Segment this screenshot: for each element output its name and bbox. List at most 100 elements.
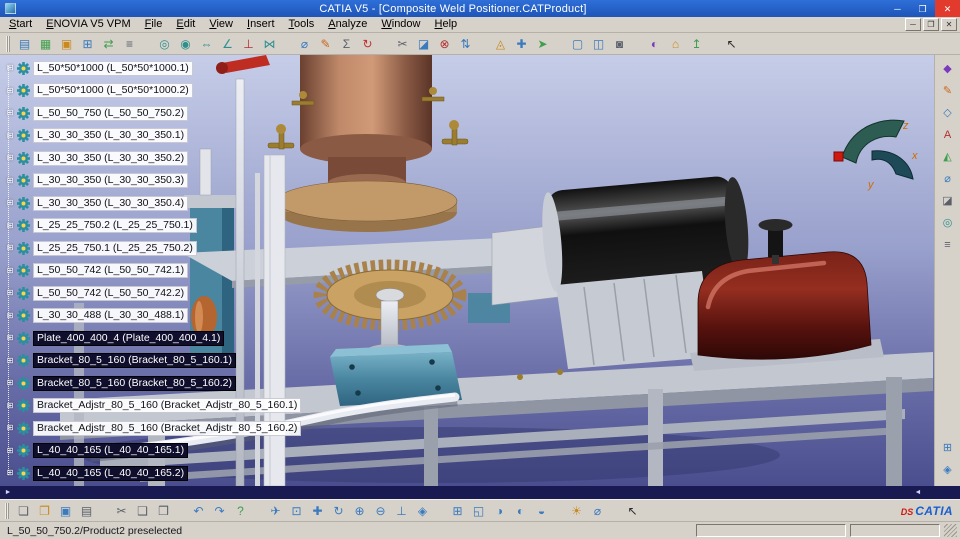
menu-view[interactable]: View xyxy=(202,17,240,32)
doc-close-button[interactable]: ✕ xyxy=(941,18,957,31)
menu-enovia-v5-vpm[interactable]: ENOVIA V5 VPM xyxy=(39,17,137,32)
expand-node-icon[interactable]: ⊞ xyxy=(5,198,15,208)
trim-cut-icon[interactable]: ✂ xyxy=(392,34,413,54)
constraints-icon[interactable]: ◎ xyxy=(938,214,958,233)
tree-item[interactable]: ⊞ L_30_30_350 (L_30_30_350.2) xyxy=(0,147,301,170)
shading-mode-icon[interactable]: ◑ xyxy=(489,501,510,521)
expand-node-icon[interactable]: ⊞ xyxy=(5,108,15,118)
selector-icon[interactable]: ↖ xyxy=(721,34,742,54)
new-part-icon[interactable]: ▣ xyxy=(56,34,77,54)
multi-view-icon[interactable]: ⊞ xyxy=(447,501,468,521)
expand-node-icon[interactable]: ⊞ xyxy=(5,333,15,343)
weld-feature-icon[interactable]: ◭ xyxy=(938,148,958,167)
maximize-button[interactable]: ❐ xyxy=(910,0,935,17)
tree-item[interactable]: ⊞ L_30_30_350 (L_30_30_350.4) xyxy=(0,192,301,215)
expand-node-icon[interactable]: ⊞ xyxy=(5,176,15,186)
tree-item[interactable]: ⊞ Bracket_Adjstr_80_5_160 (Bracket_Adjst… xyxy=(0,417,302,440)
offset-constraint-icon[interactable]: ⇔ xyxy=(196,34,217,54)
app-icon[interactable] xyxy=(5,3,16,14)
expand-node-icon[interactable]: ⊞ xyxy=(5,446,15,456)
measure-between-icon[interactable]: ⌀ xyxy=(294,34,315,54)
power-input-field[interactable] xyxy=(696,524,846,537)
enovia-icon[interactable]: ◆ xyxy=(938,60,958,79)
quick-view-icon[interactable]: ◱ xyxy=(468,501,489,521)
fix-component-icon[interactable]: ⊥ xyxy=(238,34,259,54)
redo-icon[interactable]: ↷ xyxy=(209,501,230,521)
existing-component-icon[interactable]: ⊞ xyxy=(77,34,98,54)
save-file-icon[interactable]: ▣ xyxy=(55,501,76,521)
expand-node-icon[interactable]: ⊞ xyxy=(5,423,15,433)
mass-properties-icon[interactable]: Σ xyxy=(336,34,357,54)
close-button[interactable]: ✕ xyxy=(935,0,960,17)
tree-item[interactable]: ⊞ L_30_30_350 (L_30_30_350.1) xyxy=(0,125,301,148)
paste-icon[interactable]: ❒ xyxy=(153,501,174,521)
whats-this-icon[interactable]: ? xyxy=(230,501,251,521)
zoom-in-icon[interactable]: ⊕ xyxy=(349,501,370,521)
clash-analysis-icon[interactable]: ⊗ xyxy=(434,34,455,54)
cut-icon[interactable]: ✂ xyxy=(111,501,132,521)
3d-compass[interactable]: z x y xyxy=(828,111,920,191)
menu-tools[interactable]: Tools xyxy=(282,17,322,32)
zoom-out-icon[interactable]: ⊖ xyxy=(370,501,391,521)
expand-node-icon[interactable]: ⊞ xyxy=(5,86,15,96)
scroll-left-icon[interactable]: ► xyxy=(0,487,16,499)
fly-mode-icon[interactable]: ✈ xyxy=(265,501,286,521)
tree-item[interactable]: ⊞ L_40_40_165 (L_40_40_165.2) xyxy=(0,462,301,485)
hide-show-icon[interactable]: ◐ xyxy=(510,501,531,521)
expand-node-icon[interactable]: ⊞ xyxy=(5,288,15,298)
new-component-icon[interactable]: ▤ xyxy=(14,34,35,54)
minimize-button[interactable]: ─ xyxy=(885,0,910,17)
smart-move-icon[interactable]: ➤ xyxy=(532,34,553,54)
resize-grip[interactable] xyxy=(944,524,957,537)
expand-node-icon[interactable]: ⊞ xyxy=(5,311,15,321)
menu-insert[interactable]: Insert xyxy=(240,17,282,32)
expand-node-icon[interactable]: ⊞ xyxy=(5,221,15,231)
compass-anchor-icon[interactable] xyxy=(833,151,844,162)
new-product-icon[interactable]: ▦ xyxy=(35,34,56,54)
section-view-icon[interactable]: ◪ xyxy=(938,192,958,211)
annotation-icon[interactable]: A xyxy=(938,126,958,145)
tree-item[interactable]: ⊞ L_25_25_750.1 (L_25_25_750.2) xyxy=(0,237,301,260)
undo-icon[interactable]: ↶ xyxy=(188,501,209,521)
tile-window-icon[interactable]: ◫ xyxy=(588,34,609,54)
swap-visible-space-icon[interactable]: ◒ xyxy=(531,501,552,521)
tree-item[interactable]: ⊞ L_40_40_165 (L_40_40_165.1) xyxy=(0,440,301,463)
publish-icon[interactable]: ↥ xyxy=(686,34,707,54)
view-mode-icon[interactable]: ◈ xyxy=(938,461,958,480)
tree-item[interactable]: ⊞ L_50_50_750 (L_50_50_750.2) xyxy=(0,102,301,125)
expand-node-icon[interactable]: ⊞ xyxy=(5,266,15,276)
contact-constraint-icon[interactable]: ◉ xyxy=(175,34,196,54)
doc-restore-button[interactable]: ❐ xyxy=(923,18,939,31)
copy-icon[interactable]: ❑ xyxy=(132,501,153,521)
sketcher-icon[interactable]: ✎ xyxy=(938,82,958,101)
tree-item[interactable]: ⊞ L_30_30_350 (L_30_30_350.3) xyxy=(0,170,301,193)
angle-constraint-icon[interactable]: ∠ xyxy=(217,34,238,54)
tree-item[interactable]: ⊞ Bracket_Adjstr_80_5_160 (Bracket_Adjst… xyxy=(0,395,302,418)
expand-node-icon[interactable]: ⊞ xyxy=(5,243,15,253)
replace-component-icon[interactable]: ⇄ xyxy=(98,34,119,54)
expand-node-icon[interactable]: ⊞ xyxy=(5,63,15,73)
tree-item[interactable]: ⊞ L_30_30_488 (L_30_30_488.1) xyxy=(0,305,301,328)
measure-item-icon[interactable]: ✎ xyxy=(315,34,336,54)
catalog-browser-icon[interactable]: ⌂ xyxy=(665,34,686,54)
expand-node-icon[interactable]: ⊞ xyxy=(5,401,15,411)
doc-minimize-button[interactable]: ─ xyxy=(905,18,921,31)
select-tool-icon[interactable]: ↖ xyxy=(622,501,643,521)
tree-item[interactable]: ⊞ L_50*50*1000 (L_50*50*1000.1) xyxy=(0,57,301,80)
menu-help[interactable]: Help xyxy=(428,17,465,32)
render-style-icon[interactable]: ◐ xyxy=(644,34,665,54)
expand-node-icon[interactable]: ⊞ xyxy=(5,356,15,366)
tree-item[interactable]: ⊞ L_50_50_742 (L_50_50_742.2) xyxy=(0,282,301,305)
manipulate-icon[interactable]: ✚ xyxy=(511,34,532,54)
menu-analyze[interactable]: Analyze xyxy=(321,17,374,32)
fit-all-in-icon[interactable]: ⊡ xyxy=(286,501,307,521)
expand-node-icon[interactable]: ⊞ xyxy=(5,468,15,478)
distance-band-icon[interactable]: ⇅ xyxy=(455,34,476,54)
tree-item[interactable]: ⊞ Bracket_80_5_160 (Bracket_80_5_160.2) xyxy=(0,372,301,395)
toolbar-grip[interactable] xyxy=(6,35,10,52)
expand-node-icon[interactable]: ⊞ xyxy=(5,131,15,141)
menu-edit[interactable]: Edit xyxy=(169,17,202,32)
fix-together-icon[interactable]: ⋈ xyxy=(259,34,280,54)
menu-window[interactable]: Window xyxy=(374,17,427,32)
scroll-right-icon[interactable]: ◄ xyxy=(910,487,926,499)
